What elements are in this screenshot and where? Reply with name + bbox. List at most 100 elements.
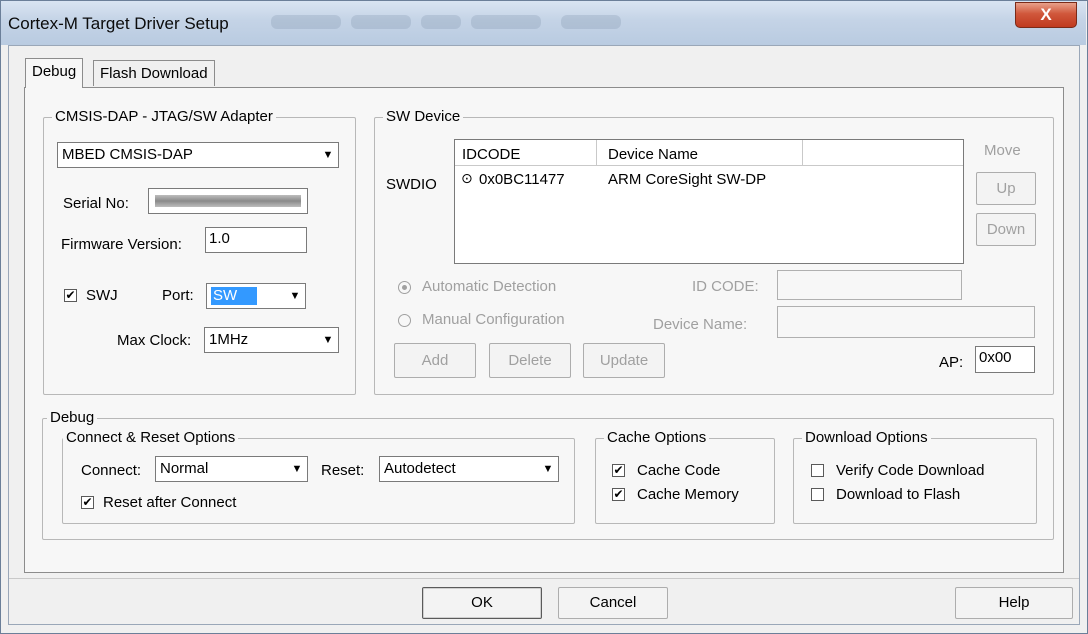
id-code-label: ID CODE: (692, 278, 759, 295)
cache-code-checkbox[interactable]: ✔ (612, 464, 625, 477)
device-name-field[interactable] (777, 306, 1035, 338)
reset-after-connect-checkbox[interactable]: ✔ (81, 496, 94, 509)
adapter-select-value: MBED CMSIS-DAP (62, 146, 193, 163)
cache-memory-checkbox[interactable]: ✔ (612, 488, 625, 501)
close-icon: X (1040, 5, 1052, 24)
ap-field[interactable]: 0x00 (975, 346, 1035, 373)
column-header-device-name[interactable]: Device Name (597, 140, 803, 166)
reset-after-connect-label: Reset after Connect (103, 494, 237, 511)
max-clock-value: 1MHz (209, 331, 249, 348)
device-table[interactable]: IDCODE Device Name ⊙ 0x0BC11477 ARM Core… (454, 139, 964, 264)
verify-code-download-label: Verify Code Download (836, 462, 985, 479)
device-table-header: IDCODE Device Name (455, 140, 963, 166)
connect-reset-legend: Connect & Reset Options (63, 429, 239, 446)
chevron-down-icon: ▼ (287, 457, 307, 481)
column-header-label: Device Name (608, 146, 699, 163)
check-icon: ✔ (613, 463, 624, 477)
sw-device-group-legend: SW Device (383, 108, 464, 125)
chevron-down-icon: ▼ (538, 457, 558, 481)
automatic-detection-label: Automatic Detection (422, 278, 557, 295)
device-name-label: Device Name: (653, 316, 748, 333)
tab-debug[interactable]: Debug (25, 58, 84, 88)
adapter-group-legend: CMSIS-DAP - JTAG/SW Adapter (52, 108, 276, 125)
idcode-cell: 0x0BC11477 (479, 171, 565, 188)
move-up-label: Up (996, 180, 1016, 197)
connect-label: Connect: (81, 462, 142, 479)
cache-options-legend: Cache Options (604, 429, 710, 446)
help-button[interactable]: Help (955, 587, 1073, 619)
footer-divider (9, 578, 1079, 579)
serial-no-label: Serial No: (63, 195, 129, 212)
port-select[interactable]: SW ▼ (206, 283, 306, 309)
swdio-label: SWDIO (386, 176, 437, 193)
move-down-label: Down (986, 221, 1026, 238)
port-select-value: SW (211, 287, 258, 305)
title-bar-blur (351, 15, 411, 29)
swj-checkbox[interactable]: ✔ (64, 289, 77, 302)
move-label: Move (984, 142, 1021, 159)
automatic-detection-radio[interactable] (398, 281, 411, 294)
column-header-idcode[interactable]: IDCODE (455, 140, 597, 166)
ap-value: 0x00 (979, 349, 1012, 366)
delete-button[interactable]: Delete (489, 343, 571, 378)
max-clock-select[interactable]: 1MHz ▼ (204, 327, 339, 353)
cache-code-label: Cache Code (637, 462, 721, 479)
reset-select[interactable]: Autodetect ▼ (379, 456, 559, 482)
download-options-legend: Download Options (802, 429, 931, 446)
firmware-version-value: 1.0 (209, 230, 230, 247)
swj-label: SWJ (86, 287, 118, 304)
column-header-label: IDCODE (462, 146, 521, 163)
add-label: Add (421, 352, 449, 369)
download-to-flash-label: Download to Flash (836, 486, 961, 503)
cache-memory-label: Cache Memory (637, 486, 739, 503)
tab-label: Debug (32, 63, 77, 80)
reset-label: Reset: (321, 462, 365, 479)
max-clock-label: Max Clock: (117, 332, 192, 349)
serial-no-field (148, 188, 308, 214)
title-bar-blur (561, 15, 621, 29)
move-up-button[interactable]: Up (976, 172, 1036, 205)
debug-group-legend: Debug (47, 409, 98, 426)
window-title: Cortex-M Target Driver Setup (8, 14, 229, 33)
id-code-field[interactable] (777, 270, 962, 300)
check-icon: ✔ (65, 288, 76, 302)
radio-selected-icon: ⊙ (461, 170, 473, 186)
manual-configuration-radio[interactable] (398, 314, 411, 327)
chevron-down-icon: ▼ (318, 328, 338, 352)
update-label: Update (599, 352, 649, 369)
cache-options-group: Cache Options (595, 429, 775, 524)
title-bar-blur (471, 15, 541, 29)
verify-code-download-checkbox[interactable] (811, 464, 824, 477)
chevron-down-icon: ▼ (318, 143, 338, 167)
firmware-version-label: Firmware Version: (61, 236, 182, 253)
update-button[interactable]: Update (583, 343, 665, 378)
ap-label: AP: (939, 354, 964, 371)
manual-configuration-label: Manual Configuration (422, 311, 565, 328)
cancel-button[interactable]: Cancel (558, 587, 668, 619)
connect-select[interactable]: Normal ▼ (155, 456, 308, 482)
tab-flash-download[interactable]: Flash Download (93, 60, 215, 86)
download-options-group: Download Options (793, 429, 1037, 524)
table-row[interactable]: ⊙ 0x0BC11477 ARM CoreSight SW-DP (455, 168, 963, 190)
connect-value: Normal (160, 460, 209, 477)
add-button[interactable]: Add (394, 343, 476, 378)
close-button[interactable]: X (1015, 2, 1077, 28)
title-bar-blur (271, 15, 341, 29)
ok-button[interactable]: OK (422, 587, 542, 619)
chevron-down-icon: ▼ (285, 284, 305, 308)
title-bar-blur (421, 15, 461, 29)
firmware-version-field: 1.0 (205, 227, 307, 253)
download-to-flash-checkbox[interactable] (811, 488, 824, 501)
cancel-label: Cancel (589, 594, 637, 611)
check-icon: ✔ (613, 487, 624, 501)
serial-no-redacted (155, 195, 301, 207)
port-label: Port: (162, 287, 194, 304)
move-down-button[interactable]: Down (976, 213, 1036, 246)
tab-label: Flash Download (100, 65, 208, 82)
check-icon: ✔ (82, 495, 93, 509)
help-label: Help (998, 594, 1030, 611)
ok-label: OK (471, 594, 493, 611)
adapter-select[interactable]: MBED CMSIS-DAP ▼ (57, 142, 339, 168)
reset-value: Autodetect (384, 460, 456, 477)
device-name-cell: ARM CoreSight SW-DP (608, 171, 767, 188)
